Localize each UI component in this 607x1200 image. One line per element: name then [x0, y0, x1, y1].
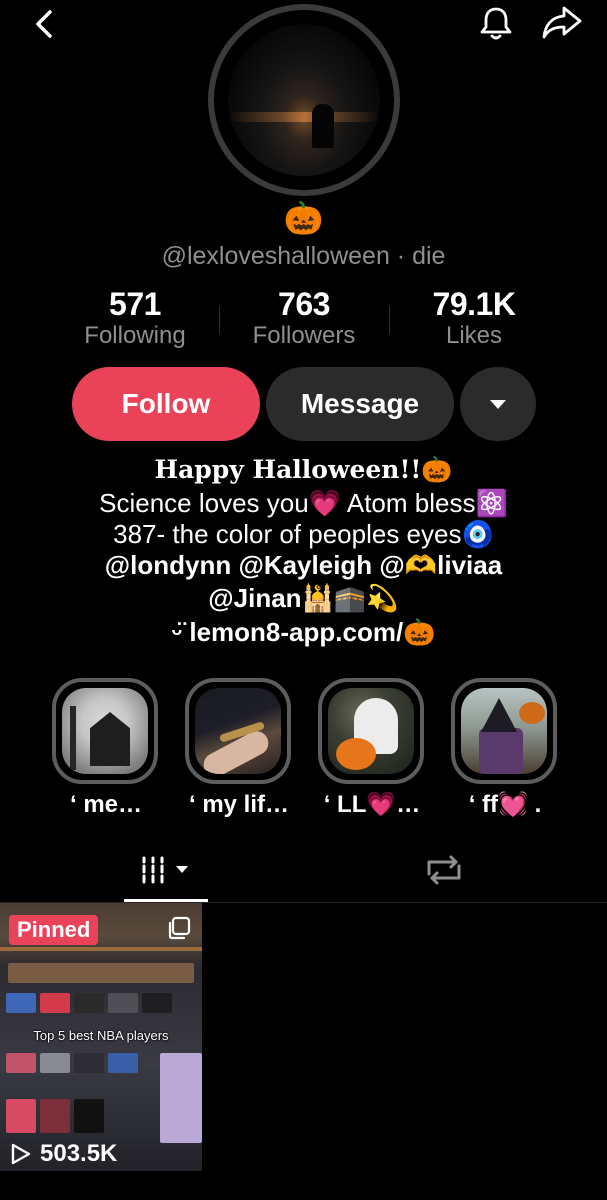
caret-down-icon	[490, 400, 506, 409]
thumbnail-wall-trim	[0, 947, 202, 951]
video-thumbnail[interactable]: Pinned Top 5 best NBA players 503.5K	[0, 903, 202, 1171]
highlight-item[interactable]: ‘ LL💗…	[318, 678, 426, 820]
play-outline-icon	[11, 1143, 31, 1165]
highlight-item[interactable]: ‘ my lif…	[185, 678, 293, 820]
highlight-cover	[328, 688, 414, 774]
back-button[interactable]	[28, 6, 64, 42]
username: @lexloveshalloween · die	[161, 242, 446, 270]
view-count-value: 503.5K	[40, 1140, 118, 1167]
bio-line: Happy Halloween!!🎃	[154, 455, 453, 484]
chevron-left-icon	[36, 10, 52, 38]
thumbnail-rack	[8, 963, 194, 983]
thumbnail-garment	[74, 1099, 104, 1133]
highlight-witch-hat-shape	[481, 698, 517, 732]
following-count: 571	[109, 286, 161, 322]
avatar-sunset-horizon	[228, 112, 380, 122]
tab-reposts[interactable]	[402, 848, 486, 900]
grid-bars-icon	[142, 856, 188, 884]
thumbnail-garment	[74, 993, 104, 1013]
bio-line: 387- the color of peoples eyes🧿	[113, 519, 494, 549]
highlight-ring	[318, 678, 424, 784]
following-label: Following	[84, 322, 186, 349]
highlight-tree-shape	[70, 706, 76, 770]
thumbnail-garment	[6, 1053, 36, 1073]
avatar-silhouette	[312, 104, 334, 148]
bell-icon	[480, 7, 512, 40]
more-options-button[interactable]	[460, 367, 536, 441]
highlight-cover	[195, 688, 281, 774]
highlight-label: ‘ ff💓 .	[468, 791, 542, 818]
profile-emoji: 🎃	[283, 200, 324, 236]
bio-mentions[interactable]: @londynn @Kayleigh @🫶liviaa	[0, 550, 607, 581]
repost-icon	[427, 855, 461, 885]
highlight-ring	[52, 678, 158, 784]
likes-stat[interactable]: 79.1K Likes	[400, 286, 548, 350]
highlight-label: ‘ LL💗…	[323, 791, 421, 818]
thumbnail-garment	[108, 1053, 138, 1073]
followers-label: Followers	[252, 322, 356, 349]
thumbnail-garment	[40, 1099, 70, 1133]
pinned-badge: Pinned	[9, 915, 99, 945]
stat-divider	[389, 306, 390, 334]
video-caption: Top 5 best NBA players	[33, 1028, 169, 1043]
thumbnail-garment	[40, 993, 70, 1013]
share-button[interactable]	[540, 4, 584, 42]
likes-count: 79.1K	[432, 286, 516, 322]
thumbnail-garment	[108, 993, 138, 1013]
followers-count: 763	[278, 286, 330, 322]
message-button[interactable]: Message	[266, 367, 454, 441]
highlight-house-shape	[90, 712, 130, 766]
thumbnail-garment	[6, 1099, 36, 1133]
thumbnail-garment	[40, 1053, 70, 1073]
highlight-witch-body-shape	[479, 728, 523, 774]
likes-label: Likes	[445, 322, 503, 349]
bio-mentions[interactable]: @Jinan🕌🕋💫	[0, 583, 607, 614]
highlight-label: ‘ my lif…	[188, 791, 290, 818]
highlight-label: ‘ me…	[69, 791, 143, 818]
following-stat[interactable]: 571 Following	[60, 286, 210, 350]
highlight-cover	[461, 688, 547, 774]
bio-line: Science loves you💗 Atom bless⚛️	[99, 488, 508, 518]
followers-stat[interactable]: 763 Followers	[228, 286, 380, 350]
follow-button[interactable]: Follow	[72, 367, 260, 441]
highlight-item[interactable]: ‘ ff💓 .	[451, 678, 559, 820]
copy-icon	[168, 916, 191, 940]
thumbnail-garment	[142, 993, 172, 1013]
highlight-item[interactable]: ‘ me…	[52, 678, 160, 820]
highlight-ring	[451, 678, 557, 784]
thumbnail-garment	[6, 993, 36, 1013]
highlight-ring	[185, 678, 291, 784]
stat-divider	[219, 306, 220, 334]
view-count: 503.5K	[10, 1139, 117, 1169]
bio-link[interactable]: ᵕ̈ lemon8-app.com/🎃	[0, 617, 607, 648]
profile-avatar[interactable]	[208, 4, 400, 196]
thumbnail-garment	[74, 1053, 104, 1073]
highlight-pumpkin-shape	[336, 738, 376, 770]
thumbnail-garment	[160, 1053, 202, 1143]
share-arrow-icon	[542, 6, 582, 39]
highlight-cover	[62, 688, 148, 774]
avatar-image	[228, 24, 380, 176]
highlight-pumpkin-shape	[519, 702, 545, 724]
tab-videos[interactable]	[124, 848, 208, 900]
notifications-button[interactable]	[478, 4, 514, 42]
